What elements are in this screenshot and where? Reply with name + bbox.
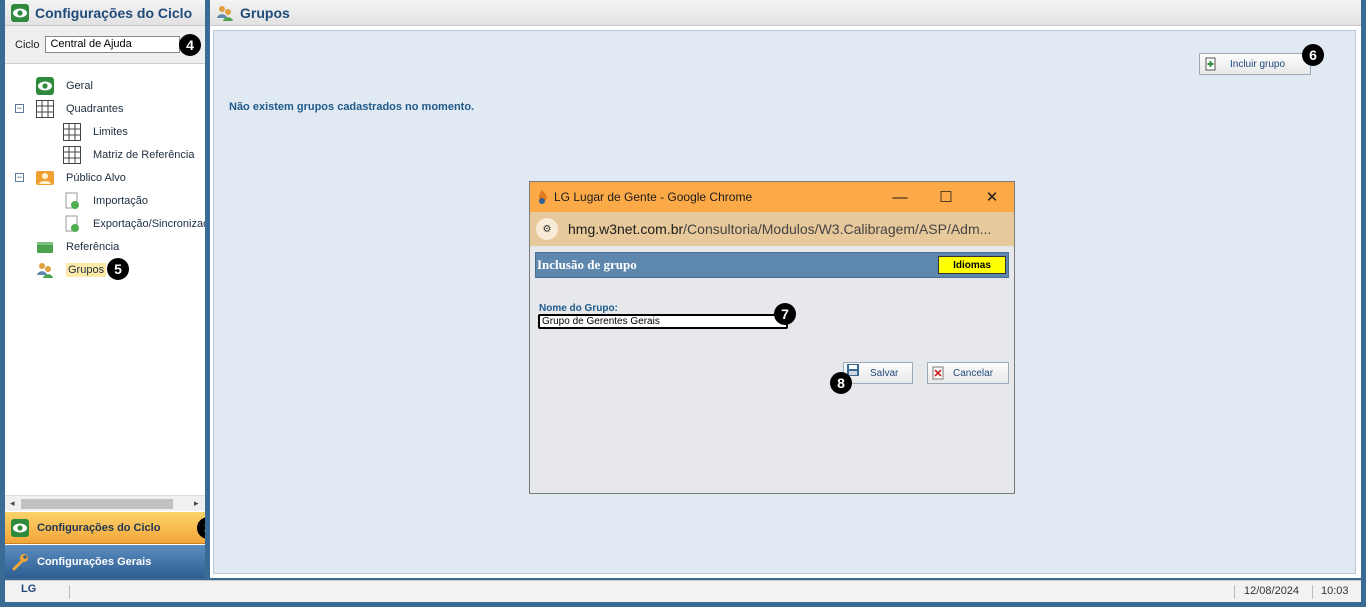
export-icon <box>65 215 79 232</box>
tree-item-limites[interactable]: Limites <box>5 120 205 143</box>
status-bar: LG 12/08/2024 10:03 <box>5 580 1361 602</box>
tree-item-label: Grupos <box>66 262 107 277</box>
cycle-row: Ciclo Central de Ajuda 4 <box>5 26 205 64</box>
inclusao-title: Inclusão de grupo <box>537 257 637 272</box>
tree-item-label: Geral <box>66 79 93 92</box>
eye-icon <box>11 3 29 22</box>
incluir-grupo-label: Incluir grupo <box>1230 58 1286 70</box>
nome-grupo-input[interactable]: Grupo de Gerentes Gerais <box>538 314 788 329</box>
tree-item-grupos[interactable]: Grupos 5 <box>5 258 205 281</box>
tree-item-quadrantes[interactable]: − Quadrantes <box>5 97 205 120</box>
popup-address-bar[interactable]: ⚙ hmg.w3net.com.br/Consultoria/Modulos/W… <box>530 212 1014 246</box>
minimize-button[interactable]: — <box>877 182 923 212</box>
tree-item-label: Quadrantes <box>66 102 124 115</box>
site-settings-icon[interactable]: ⚙ <box>536 218 558 240</box>
groups-icon <box>217 5 233 21</box>
salvar-label: Salvar <box>870 367 899 379</box>
left-panel: Configurações do Ciclo Ciclo Central de … <box>5 0 205 578</box>
status-time: 10:03 <box>1321 585 1349 597</box>
scroll-right-icon[interactable]: ▸ <box>194 498 199 509</box>
lg-logo: LG <box>21 583 37 595</box>
wrench-icon <box>12 553 28 570</box>
url-path: /Consultoria/Modulos/W3.Calibragem/ASP/A… <box>683 221 992 237</box>
tree-item-label: Exportação/Sincronização <box>93 217 205 230</box>
horizontal-scrollbar[interactable]: ◂ ▸ <box>5 495 205 511</box>
cycle-select[interactable]: Central de Ajuda <box>45 36 181 53</box>
step-badge-7: 7 <box>774 303 796 325</box>
status-divider <box>1234 585 1235 599</box>
tree-item-exportacao[interactable]: Exportação/Sincronização <box>5 212 205 235</box>
add-document-icon <box>1205 57 1216 71</box>
tree-item-label: Público Alvo <box>66 171 126 184</box>
step-badge-6: 6 <box>1302 44 1324 66</box>
accordion-configuracoes-gerais[interactable]: Configurações Gerais <box>5 545 205 578</box>
status-divider <box>1312 585 1313 599</box>
tree-item-geral[interactable]: Geral <box>5 74 205 97</box>
tree-item-label: Limites <box>93 125 128 138</box>
step-badge-4: 4 <box>179 34 201 56</box>
popup-url: hmg.w3net.com.br/Consultoria/Modulos/W3.… <box>568 221 991 237</box>
close-button[interactable]: ✕ <box>969 182 1015 212</box>
tree-item-label: Importação <box>93 194 149 207</box>
main-header: Grupos <box>210 0 1361 26</box>
status-date: 12/08/2024 <box>1244 585 1300 597</box>
tree-item-matriz-referencia[interactable]: Matriz de Referência <box>5 143 205 166</box>
collapse-icon[interactable]: − <box>15 173 24 182</box>
accordion-configuracoes-ciclo[interactable]: Configurações do Ciclo <box>5 512 205 544</box>
salvar-button[interactable]: Salvar <box>843 362 913 384</box>
tree-item-importacao[interactable]: Importação <box>5 189 205 212</box>
accordion-label: Configurações Gerais <box>37 555 152 568</box>
tree-item-label: Referência <box>66 240 120 253</box>
accordion-label: Configurações do Ciclo <box>37 521 161 534</box>
cancelar-label: Cancelar <box>953 367 994 379</box>
people-icon <box>36 170 54 185</box>
scroll-left-icon[interactable]: ◂ <box>10 498 15 509</box>
lg-app-icon <box>538 190 547 204</box>
cycle-label: Ciclo <box>15 38 40 51</box>
idiomas-button[interactable]: Idiomas <box>938 256 1006 274</box>
popup-body: Inclusão de grupo Idiomas Nome do Grupo:… <box>530 246 1014 494</box>
step-badge-8: 8 <box>830 372 852 394</box>
incluir-grupo-button[interactable]: Incluir grupo <box>1199 53 1311 75</box>
import-icon <box>65 192 79 209</box>
eye-icon <box>11 518 29 537</box>
status-divider <box>69 585 70 599</box>
reference-icon <box>37 241 53 253</box>
nome-grupo-label: Nome do Grupo: <box>539 303 618 314</box>
scrollbar-thumb[interactable] <box>21 499 173 509</box>
grid-icon <box>36 99 54 118</box>
navigation-tree: Geral − Quadrantes Limites Matriz de Ref… <box>5 64 205 494</box>
popup-window: LG Lugar de Gente - Google Chrome — ☐ ✕ … <box>529 181 1015 494</box>
maximize-button[interactable]: ☐ <box>923 182 969 212</box>
page-title: Grupos <box>240 4 290 21</box>
cancelar-button[interactable]: Cancelar <box>927 362 1009 384</box>
popup-titlebar[interactable]: LG Lugar de Gente - Google Chrome — ☐ ✕ <box>530 182 1014 212</box>
groups-icon <box>37 262 53 278</box>
tree-item-label: Matriz de Referência <box>93 148 195 161</box>
left-panel-header: Configurações do Ciclo <box>5 0 205 26</box>
popup-window-title: LG Lugar de Gente - Google Chrome <box>554 190 753 204</box>
step-badge-5: 5 <box>107 258 129 280</box>
grid-icon <box>63 122 81 141</box>
left-panel-title: Configurações do Ciclo <box>35 4 193 21</box>
tree-item-referencia[interactable]: Referência <box>5 235 205 258</box>
inclusao-header: Inclusão de grupo Idiomas <box>535 252 1009 278</box>
grid-icon <box>63 145 81 164</box>
url-host: hmg.w3net.com.br <box>568 221 684 237</box>
eye-icon <box>36 76 54 95</box>
tree-item-publico-alvo[interactable]: − Público Alvo <box>5 166 205 189</box>
cancel-icon <box>932 366 944 380</box>
empty-state-message: Não existem grupos cadastrados no moment… <box>229 101 475 113</box>
collapse-icon[interactable]: − <box>15 104 24 113</box>
